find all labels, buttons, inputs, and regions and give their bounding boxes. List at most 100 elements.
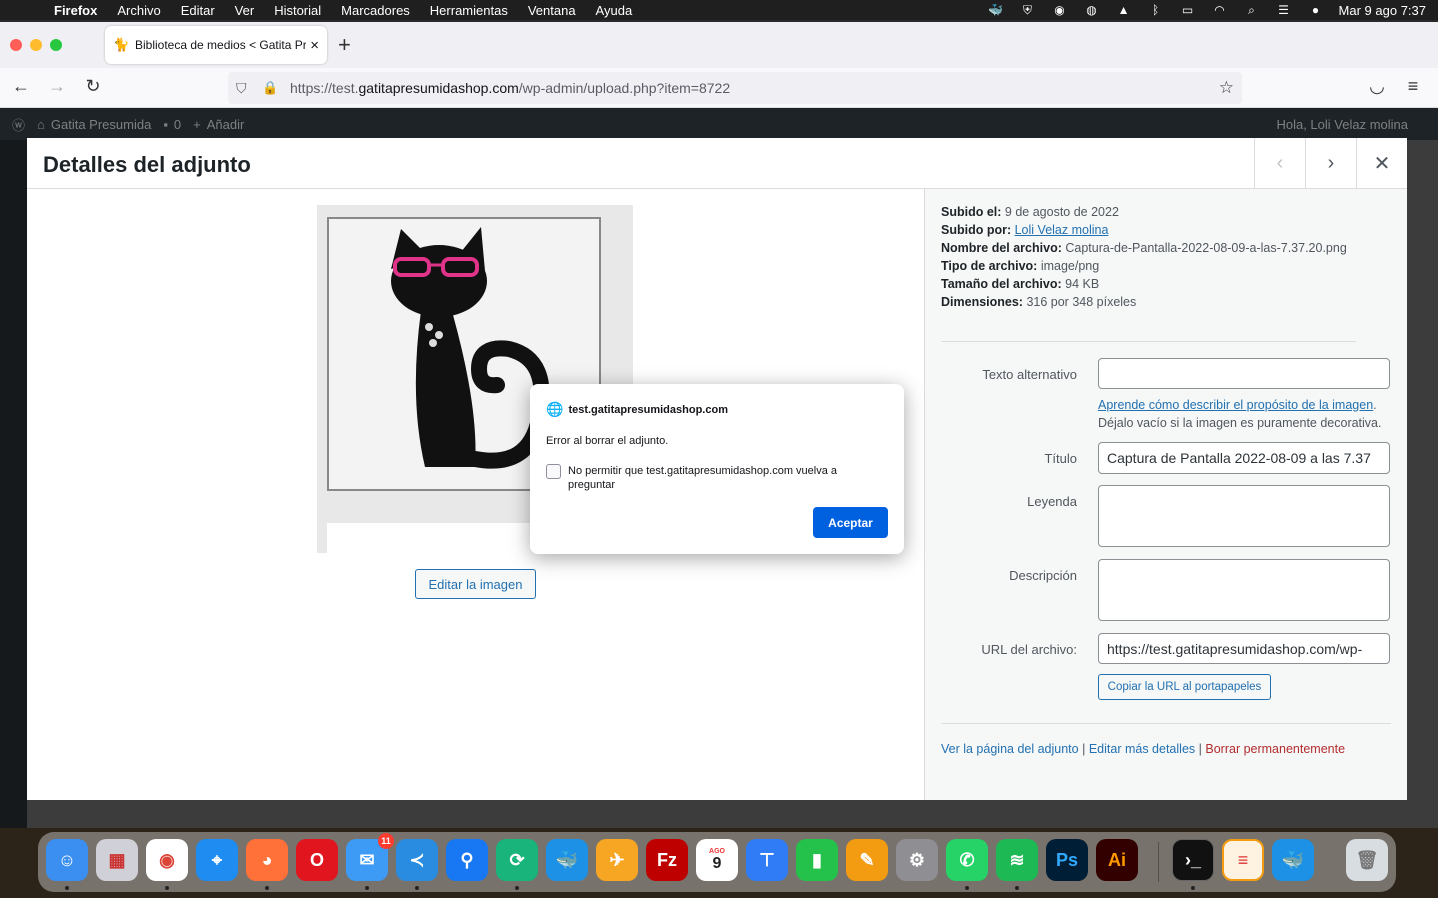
dialog-message: Error al borrar el adjunto. <box>546 435 669 447</box>
alt-text-help-link[interactable]: Aprende cómo describir el propósito de l… <box>1098 398 1373 412</box>
dont-ask-again-label[interactable]: No permitir que test.gatitapresumidashop… <box>568 464 878 492</box>
calendar-icon[interactable]: AGO 9 <box>696 839 738 881</box>
accept-button[interactable]: Aceptar <box>813 507 888 538</box>
file-url-input[interactable]: https://test.gatitapresumidashop.com/wp- <box>1098 633 1390 664</box>
firefox-icon[interactable]: ◕ <box>246 839 288 881</box>
title-label: Título <box>1044 451 1077 466</box>
menu-editar[interactable]: Editar <box>171 3 225 18</box>
window-minimize-button[interactable] <box>30 39 42 51</box>
previous-attachment-button[interactable]: ‹ <box>1254 138 1305 188</box>
edit-more-details-link[interactable]: Editar más detalles <box>1089 742 1195 756</box>
window-zoom-button[interactable] <box>50 39 62 51</box>
mail-icon[interactable]: ✉ 11 <box>346 833 394 881</box>
filesize: 94 KB <box>1065 277 1100 291</box>
pocket-icon[interactable]: ◡ <box>1365 76 1389 97</box>
docker-folder-icon[interactable]: 🐳 <box>1272 839 1314 881</box>
url-text[interactable]: https://test.gatitapresumidashop.com/wp-… <box>290 80 730 96</box>
battery-icon[interactable]: ▭ <box>1179 3 1197 17</box>
new-tab-button[interactable]: + <box>338 34 351 56</box>
maps-pin-app-icon[interactable]: ⚲ <box>446 839 488 881</box>
window-close-button[interactable] <box>10 39 22 51</box>
attachment-info-pane: Subido el: 9 de agosto de 2022 Subido po… <box>924 189 1407 800</box>
sync-app-icon[interactable]: ⟳ <box>496 839 538 881</box>
photoshop-icon[interactable]: Ps <box>1046 839 1088 881</box>
view-attachment-page-link[interactable]: Ver la página del adjunto <box>941 742 1079 756</box>
browser-tab-active[interactable]: 🐈 Biblioteca de medios < Gatita Pr × <box>105 26 327 64</box>
menu-ayuda[interactable]: Ayuda <box>586 3 643 18</box>
siri-icon[interactable]: ● <box>1307 3 1325 17</box>
lock-icon[interactable]: 🔒 <box>262 80 280 96</box>
menu-app-firefox[interactable]: Firefox <box>44 3 107 18</box>
numbers-icon[interactable]: ▮ <box>796 839 838 881</box>
warning-status-icon[interactable]: ▲ <box>1115 3 1133 17</box>
tab-close-icon[interactable]: × <box>310 37 319 54</box>
vscode-running-dot <box>415 886 419 890</box>
forward-button[interactable]: → <box>45 76 69 97</box>
spotify-icon[interactable]: ≋ <box>996 839 1038 881</box>
trash-icon[interactable]: 🗑 <box>1346 839 1388 881</box>
terminal-icon[interactable]: ›_ <box>1172 839 1214 881</box>
caption-label: Leyenda <box>1027 494 1077 509</box>
tracking-shield-icon[interactable]: ⛉ <box>236 80 254 97</box>
whatsapp-icon[interactable]: ✆ <box>946 839 988 881</box>
menubar-clock[interactable]: Mar 9 ago 7:37 <box>1339 3 1426 18</box>
pages-icon[interactable]: ✎ <box>846 839 888 881</box>
next-attachment-button[interactable]: › <box>1305 138 1356 188</box>
menu-herramientas[interactable]: Herramientas <box>420 3 518 18</box>
filezilla-icon[interactable]: Fz <box>646 839 688 881</box>
dock-separator <box>1158 842 1159 882</box>
close-modal-button[interactable]: ✕ <box>1356 138 1407 188</box>
bookmark-star-icon[interactable]: ☆ <box>1219 78 1234 98</box>
bluetooth-icon[interactable]: ᛒ <box>1147 3 1165 17</box>
docker-status-icon[interactable]: 🐳 <box>987 3 1005 17</box>
record-status-icon[interactable]: ◉ <box>1051 3 1069 17</box>
menu-historial[interactable]: Historial <box>264 3 331 18</box>
admin-bar-comments-count[interactable]: 0 <box>174 117 181 132</box>
menu-marcadores[interactable]: Marcadores <box>331 3 420 18</box>
description-textarea[interactable] <box>1098 559 1390 621</box>
whatsapp-running-dot <box>965 886 969 890</box>
globe-status-icon[interactable]: ◍ <box>1083 3 1101 17</box>
dont-ask-again-checkbox[interactable] <box>546 464 561 479</box>
menu-ventana[interactable]: Ventana <box>518 3 586 18</box>
wifi-icon[interactable]: ◠ <box>1211 3 1229 17</box>
delete-permanently-link[interactable]: Borrar permanentemente <box>1205 742 1345 756</box>
admin-bar-greeting[interactable]: Hola, Loli Velaz molina <box>1276 117 1408 132</box>
safari-icon[interactable]: ⌖ <box>196 839 238 881</box>
reload-button[interactable]: ↻ <box>81 76 105 97</box>
url-bar[interactable]: ⛉ 🔒 https://test.gatitapresumidashop.com… <box>228 72 1242 104</box>
docker-icon[interactable]: 🐳 <box>546 839 588 881</box>
keynote-icon[interactable]: ⊤ <box>746 839 788 881</box>
opera-icon[interactable]: O <box>296 839 338 881</box>
home-icon[interactable]: ⌂ <box>37 117 45 132</box>
finder-icon[interactable]: ☺ <box>46 839 88 881</box>
edit-image-button[interactable]: Editar la imagen <box>415 569 536 599</box>
title-input[interactable]: Captura de Pantalla 2022-08-09 a las 7.3… <box>1098 442 1390 474</box>
control-center-icon[interactable]: ☰ <box>1275 3 1293 17</box>
admin-bar-add[interactable]: Añadir <box>207 117 245 132</box>
vscode-icon[interactable]: ≺ <box>396 839 438 881</box>
copy-url-button[interactable]: Copiar la URL al portapapeles <box>1098 674 1271 700</box>
alt-text-input[interactable] <box>1098 358 1390 389</box>
comment-icon[interactable]: ▪ <box>163 117 168 132</box>
plus-icon[interactable]: + <box>193 117 201 132</box>
illustrator-icon[interactable]: Ai <box>1096 839 1138 881</box>
system-preferences-icon[interactable]: ⚙ <box>896 839 938 881</box>
back-button[interactable]: ← <box>9 76 33 97</box>
wordpress-logo-icon[interactable]: ⓦ <box>12 115 25 134</box>
uploaded-by-link[interactable]: Loli Velaz molina <box>1015 223 1109 237</box>
transmit-icon[interactable]: ✈ <box>596 839 638 881</box>
notes-doc-icon[interactable]: ≡ <box>1222 839 1264 881</box>
menu-archivo[interactable]: Archivo <box>107 3 170 18</box>
chrome-icon[interactable]: ◉ <box>146 839 188 881</box>
admin-bar-site-name[interactable]: Gatita Presumida <box>51 117 151 132</box>
attachment-actions: Ver la página del adjunto | Editar más d… <box>941 742 1346 756</box>
menu-ver[interactable]: Ver <box>225 3 265 18</box>
launchpad-icon[interactable]: ▦ <box>96 839 138 881</box>
hamburger-menu-icon[interactable]: ≡ <box>1401 76 1425 97</box>
file-url-label: URL del archivo: <box>981 642 1077 657</box>
spotlight-search-icon[interactable]: ⌕ <box>1243 3 1261 17</box>
shield-status-icon[interactable]: ⛨ <box>1019 3 1037 17</box>
caption-textarea[interactable] <box>1098 485 1390 547</box>
cat-favicon-icon: 🐈 <box>113 37 130 52</box>
